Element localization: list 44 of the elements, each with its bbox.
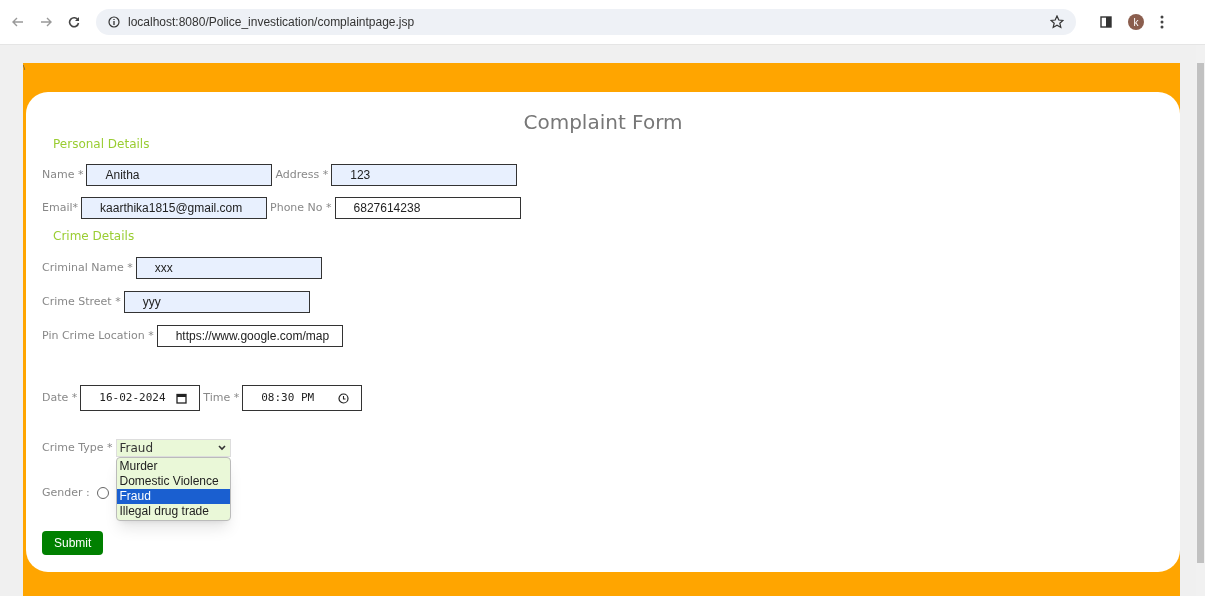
form-title: Complaint Form — [522, 109, 684, 134]
dropdown-option[interactable]: Murder — [116, 459, 230, 474]
field-label: Gender : — [42, 484, 90, 501]
url-text: localhost:8080/Police_investication/complaintpage.jsp — [128, 14, 415, 31]
scrollbar-thumb[interactable] — [1197, 63, 1204, 563]
profile-avatar[interactable]: k — [1128, 14, 1144, 30]
time-field[interactable]: 08:30 PM — [242, 385, 363, 411]
reload-icon[interactable] — [68, 16, 80, 28]
section-heading: Crime Details — [53, 228, 136, 244]
field-label: Time * — [203, 389, 240, 406]
field-label: Crime Street * — [42, 293, 121, 310]
field-label: Email* — [42, 199, 79, 216]
info-icon[interactable] — [108, 16, 120, 28]
field-label: Name * — [42, 166, 84, 183]
menu-icon[interactable] — [1160, 15, 1164, 29]
radio-button[interactable] — [96, 487, 109, 499]
stray-character: \ — [23, 63, 27, 74]
input-field[interactable]: https://www.google.com/map — [156, 325, 343, 347]
dropdown-option[interactable]: Domestic Violence — [116, 474, 230, 489]
chevron-down-icon — [217, 445, 226, 451]
dropdown-option[interactable]: Fraud — [116, 489, 230, 504]
input-field[interactable]: 123 — [331, 164, 518, 186]
input-field[interactable]: xxx — [135, 257, 322, 279]
input-field[interactable]: yyy — [123, 291, 310, 313]
field-label: Pin Crime Location * — [42, 327, 154, 344]
field-label: Crime Type * — [42, 439, 113, 456]
field-label: Address * — [275, 166, 329, 183]
input-field[interactable]: 6827614238 — [334, 197, 521, 219]
field-label: Phone No * — [270, 199, 332, 216]
address-bar[interactable]: localhost:8080/Police_investication/complaintpage.jsp — [96, 9, 1076, 35]
side-panel-icon[interactable] — [1100, 16, 1112, 28]
section-heading: Personal Details — [53, 136, 151, 152]
input-field[interactable]: kaarthika1815@gmail.com — [81, 197, 268, 219]
date-field[interactable]: 16-02-2024 — [80, 385, 201, 411]
input-field[interactable]: Anitha — [86, 164, 273, 186]
field-label: Date * — [42, 389, 78, 406]
forward-icon[interactable] — [40, 16, 52, 28]
star-icon[interactable] — [1050, 15, 1064, 29]
submit-button[interactable]: Submit — [42, 531, 104, 555]
back-icon[interactable] — [12, 16, 24, 28]
calendar-icon[interactable] — [176, 392, 188, 404]
clock-icon[interactable] — [338, 392, 350, 404]
dropdown-option[interactable]: Illegal drug trade — [116, 504, 230, 519]
field-label: Criminal Name * — [42, 259, 133, 276]
